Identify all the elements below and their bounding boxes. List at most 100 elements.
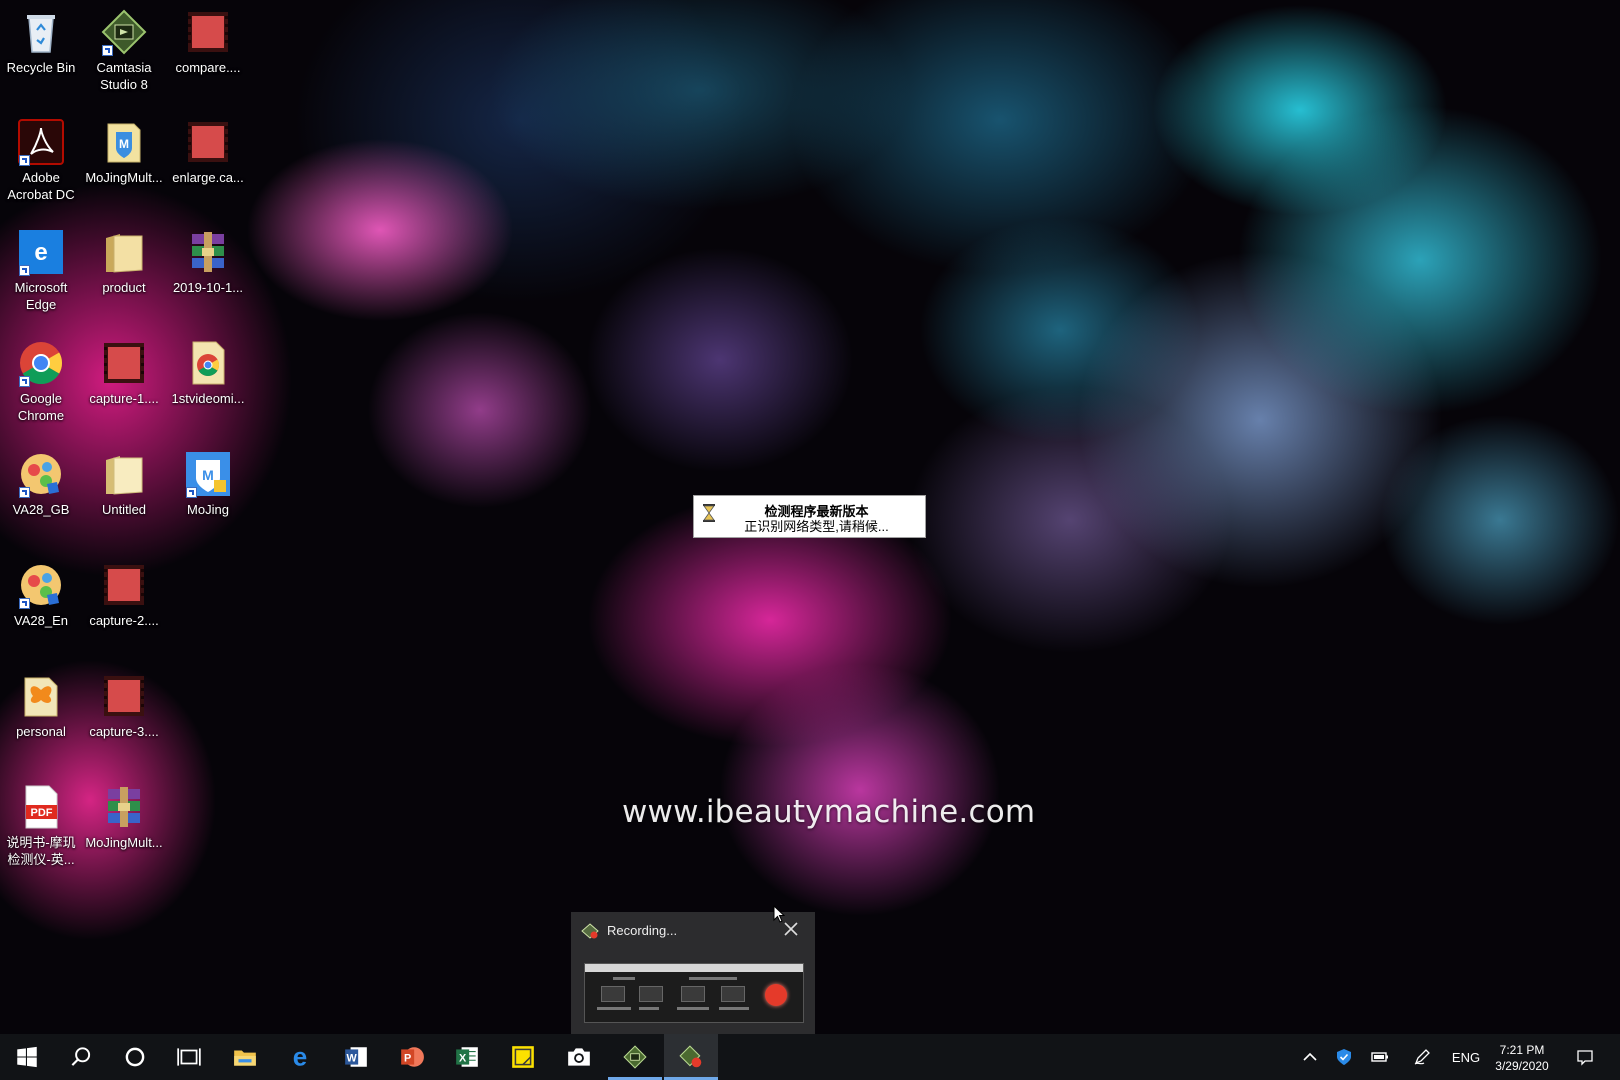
desktop-icon-label: capture-2.... — [89, 613, 159, 628]
edge-icon: e — [17, 228, 65, 276]
clock-time: 7:21 PM — [1499, 1043, 1545, 1057]
desktop-icon-mojingmult-2[interactable]: MoJingMult... — [84, 777, 164, 851]
watermark-text: www.ibeautymachine.com — [622, 794, 1036, 830]
shortcut-arrow-icon — [19, 598, 30, 609]
recorder-thumbnail[interactable] — [584, 963, 804, 1023]
thumbnail-box — [681, 986, 705, 1002]
svg-text:PDF: PDF — [31, 807, 53, 819]
desktop-icon-edge[interactable]: e Microsoft Edge — [1, 222, 81, 313]
close-icon[interactable] — [783, 921, 799, 937]
desktop-icon-chrome[interactable]: Google Chrome — [1, 333, 81, 424]
svg-text:M: M — [202, 467, 214, 483]
camtasia-recorder-icon — [581, 923, 599, 939]
desktop-icon-capture-2[interactable]: capture-2.... — [84, 555, 164, 629]
shortcut-arrow-icon — [186, 487, 197, 498]
desktop-icon-label: Untitled — [101, 502, 147, 517]
desktop-icon-product[interactable]: product — [84, 222, 164, 296]
search-button[interactable] — [54, 1034, 108, 1080]
windows-start-icon — [17, 1046, 37, 1068]
desktop: Recycle Bin Adobe Acrobat DC e Microsoft… — [0, 0, 1620, 1034]
video-file-icon — [100, 561, 148, 609]
record-button-icon — [765, 984, 787, 1006]
clock[interactable]: 7:21 PM 3/29/2020 — [1480, 1042, 1564, 1074]
desktop-icon-label: Google Chrome — [17, 391, 65, 423]
desktop-icon-capture-1[interactable]: capture-1.... — [84, 333, 164, 407]
svg-text:e: e — [34, 239, 47, 266]
svg-text:P: P — [404, 1052, 411, 1064]
cortana-button[interactable] — [108, 1034, 162, 1080]
desktop-icon-label: 说明书-摩玑检测仪-英... — [6, 835, 76, 867]
shortcut-arrow-icon — [19, 376, 30, 387]
tray-pen[interactable] — [1408, 1034, 1436, 1080]
taskbar-powerpoint[interactable]: P — [385, 1034, 439, 1080]
word-icon: W — [345, 1047, 367, 1067]
desktop-icon-label: personal — [16, 724, 66, 739]
taskbar-camtasia[interactable] — [608, 1034, 662, 1080]
desktop-icon-mojing[interactable]: M MoJing — [168, 444, 248, 518]
desktop-icon-capture-3[interactable]: capture-3.... — [84, 666, 164, 740]
taskbar-edge[interactable]: e — [273, 1034, 327, 1080]
desktop-icon-label: Recycle Bin — [6, 60, 76, 75]
desktop-icon-label: capture-3.... — [89, 724, 159, 739]
recording-title: Recording... — [607, 923, 678, 938]
desktop-icon-label: MoJingMult... — [85, 835, 163, 850]
mojing-icon: M — [184, 450, 232, 498]
recording-preview-popup[interactable]: Recording... — [571, 912, 815, 1034]
taskbar-camtasia-recorder[interactable] — [664, 1034, 718, 1080]
desktop-icon-acrobat[interactable]: Adobe Acrobat DC — [1, 112, 81, 203]
task-view-icon — [177, 1048, 201, 1066]
taskbar-camera[interactable] — [552, 1034, 606, 1080]
desktop-icon-recycle-bin[interactable]: Recycle Bin — [1, 2, 81, 76]
va28-icon — [17, 561, 65, 609]
start-button[interactable] — [0, 1034, 54, 1080]
camera-icon — [568, 1048, 590, 1066]
chevron-up-icon — [1303, 1052, 1317, 1061]
recycle-bin-icon — [17, 8, 65, 56]
desktop-icon-personal[interactable]: personal — [1, 666, 81, 740]
camtasia-icon — [623, 1045, 647, 1069]
desktop-icon-label: VA28_GB — [12, 502, 70, 517]
desktop-icon-2019-10[interactable]: 2019-10-1... — [168, 222, 248, 296]
action-center-button[interactable] — [1570, 1034, 1600, 1080]
desktop-icon-compare[interactable]: compare.... — [168, 2, 248, 76]
mojing-folder-icon: M — [100, 118, 148, 166]
tray-security[interactable] — [1330, 1034, 1358, 1080]
task-view-button[interactable] — [162, 1034, 216, 1080]
battery-icon — [1371, 1052, 1388, 1062]
desktop-icon-label: MoJingMult... — [85, 170, 163, 185]
svg-text:X: X — [459, 1052, 467, 1064]
powerpoint-icon: P — [401, 1047, 424, 1067]
edge-icon: e — [293, 1044, 307, 1070]
cortana-circle-icon — [125, 1047, 145, 1067]
update-check-dialog: 检测程序最新版本 正识别网络类型,请稍候... — [693, 495, 926, 538]
taskbar-word[interactable]: W — [329, 1034, 383, 1080]
taskbar-excel[interactable]: X — [440, 1034, 494, 1080]
taskbar-file-explorer[interactable] — [218, 1034, 272, 1080]
desktop-icon-enlarge[interactable]: enlarge.ca... — [168, 112, 248, 186]
chrome-file-icon — [184, 339, 232, 387]
mouse-cursor-icon — [773, 905, 785, 923]
desktop-icon-label: VA28_En — [14, 613, 68, 628]
desktop-icon-va28-gb[interactable]: VA28_GB — [1, 444, 81, 518]
desktop-icon-untitled[interactable]: Untitled — [84, 444, 164, 518]
desktop-icon-pdf-manual[interactable]: PDF 说明书-摩玑检测仪-英... — [1, 777, 81, 868]
language-indicator: ENG — [1451, 1049, 1481, 1065]
butterfly-folder-icon — [17, 672, 65, 720]
desktop-icon-va28-en[interactable]: VA28_En — [1, 555, 81, 629]
tray-language[interactable]: ENG — [1448, 1034, 1484, 1080]
winrar-icon — [100, 783, 148, 831]
shortcut-arrow-icon — [19, 265, 30, 276]
desktop-icon-label: MoJing — [187, 502, 229, 517]
winrar-icon — [184, 228, 232, 276]
desktop-icon-mojingmult-1[interactable]: M MoJingMult... — [84, 112, 164, 186]
tray-battery[interactable] — [1366, 1034, 1394, 1080]
video-file-icon — [184, 118, 232, 166]
acrobat-icon — [17, 118, 65, 166]
desktop-icon-label: Camtasia Studio 8 — [96, 60, 152, 92]
taskbar-sticky-notes[interactable] — [496, 1034, 550, 1080]
desktop-icon-camtasia[interactable]: Camtasia Studio 8 — [84, 2, 164, 93]
tray-show-hidden[interactable] — [1296, 1034, 1324, 1080]
svg-text:e: e — [293, 1044, 307, 1070]
desktop-icon-1stvideomi[interactable]: 1stvideomi... — [168, 333, 248, 407]
va28-icon — [17, 450, 65, 498]
